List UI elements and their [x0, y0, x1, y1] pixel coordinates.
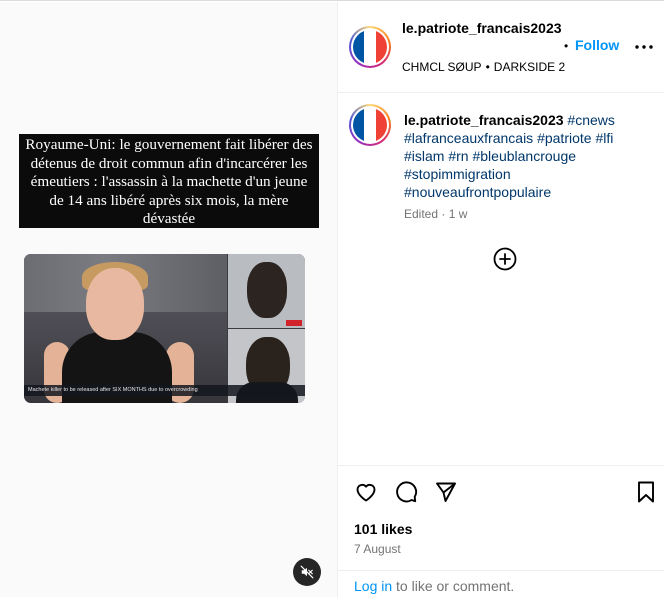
heart-icon	[356, 483, 376, 502]
french-flag-icon	[353, 30, 387, 64]
caption-meta: Edited · 1 w	[404, 207, 467, 221]
hashtag-link[interactable]: #patriote	[537, 130, 591, 146]
french-flag-icon	[353, 108, 387, 142]
image-headline: Royaume-Uni: le gouvernement fait libére…	[19, 134, 319, 228]
audio-title: DARKSIDE 2	[493, 60, 566, 74]
login-prompt-text: to like or comment.	[392, 578, 515, 594]
login-link[interactable]: Log in	[354, 578, 392, 594]
hashtag-link[interactable]: #lfi	[595, 130, 613, 146]
post-caption: le.patriote_francais2023 #cnews #lafranc…	[404, 111, 640, 201]
speaker-muted-icon	[300, 565, 314, 579]
mugshot-tag	[286, 320, 302, 326]
more-options-button[interactable]	[633, 37, 655, 57]
post-date: 7 August	[354, 542, 401, 556]
author-username[interactable]: le.patriote_francais2023	[402, 19, 562, 37]
hashtag-link[interactable]: #islam	[404, 148, 444, 164]
post-media[interactable]: Royaume-Uni: le gouvernement fait libére…	[0, 2, 337, 597]
hashtag-link[interactable]: #rn	[448, 148, 468, 164]
hashtag-link[interactable]: #lafranceauxfrancais	[404, 130, 533, 146]
hashtag-link[interactable]: #bleublancrouge	[472, 148, 576, 164]
photo-face	[86, 268, 144, 340]
more-horizontal-icon	[635, 45, 653, 49]
likes-count[interactable]: 101 likes	[354, 521, 412, 537]
caption-username[interactable]: le.patriote_francais2023	[404, 112, 564, 128]
mute-button[interactable]	[293, 558, 321, 586]
post-age[interactable]: 1 w	[449, 207, 468, 221]
author-avatar[interactable]	[349, 26, 391, 68]
hashtag-link[interactable]: #cnews	[567, 112, 614, 128]
like-button[interactable]	[353, 479, 379, 505]
post-dialog: Royaume-Uni: le gouvernement fait libére…	[0, 0, 664, 597]
caption-avatar[interactable]	[349, 104, 391, 146]
mugshot-top-face	[247, 262, 287, 318]
follow-button[interactable]: Follow	[575, 37, 619, 53]
avatar-inner	[351, 28, 389, 66]
news-photo: Machete killer to be released after SIX …	[24, 254, 305, 403]
edited-label: Edited	[404, 207, 439, 221]
comment-button[interactable]	[393, 479, 419, 505]
share-button[interactable]	[433, 479, 459, 505]
hashtag-link[interactable]: #stopimmigration	[404, 166, 511, 182]
separator-dot: •	[564, 39, 569, 53]
audio-separator: •	[485, 60, 490, 74]
header-divider	[338, 92, 664, 93]
actions-divider	[338, 465, 664, 466]
hashtag-link[interactable]: #nouveaufrontpopulaire	[404, 184, 551, 200]
photo-caption: Machete killer to be released after SIX …	[24, 385, 305, 396]
load-more-comments-button[interactable]	[493, 247, 517, 271]
comment-icon	[396, 481, 418, 503]
send-icon	[436, 482, 456, 502]
audio-track[interactable]: CHMCL SØUP • DARKSIDE 2	[402, 60, 565, 74]
avatar-inner	[351, 106, 389, 144]
bookmark-icon	[638, 481, 654, 503]
meta-separator: ·	[441, 207, 446, 221]
audio-artist: CHMCL SØUP	[402, 60, 482, 74]
footer-divider	[338, 570, 664, 571]
login-prompt: Log in to like or comment.	[354, 578, 514, 594]
plus-circle-icon	[493, 247, 517, 271]
save-button[interactable]	[633, 479, 659, 505]
